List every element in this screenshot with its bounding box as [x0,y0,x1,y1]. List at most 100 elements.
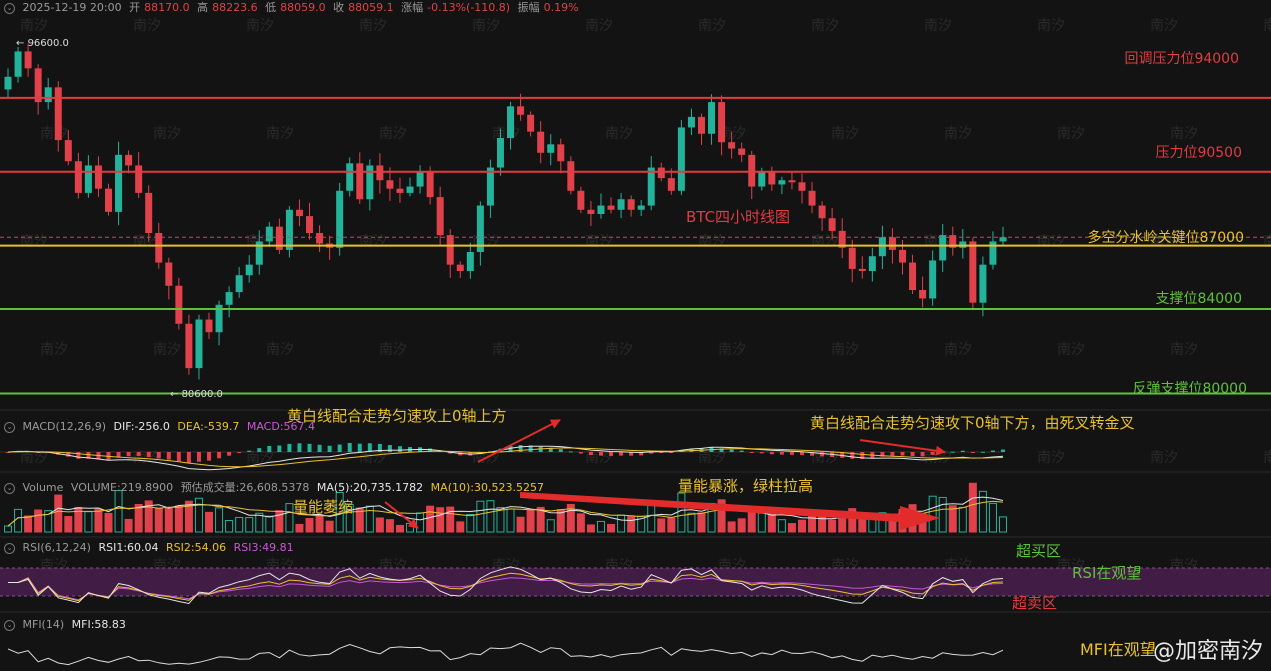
macd-bar [176,452,181,462]
mfi-name: MFI(14) [22,618,65,631]
macd-bar [900,452,905,456]
macd-bar [277,445,282,452]
candle-body [84,165,92,193]
watermark-glyph: 南汐 [153,342,181,358]
watermark-glyph: 南汐 [585,234,613,250]
candle-body [868,256,876,271]
macd-bar [196,452,201,462]
macd-bar [347,442,352,452]
volume-bar [727,521,736,533]
macd-bar [749,452,754,453]
mfi-line [7,642,1004,666]
watermark-glyph: 南汐 [944,342,972,358]
rsi-header: ⌄ RSI(6,12,24) RSI1:60.04 RSI2:54.06 RSI… [4,541,298,555]
macd-bar [217,452,222,459]
candle-body [828,218,836,231]
volume-bar [787,523,796,533]
rsi3-value: RSI3:49.81 [233,541,294,554]
macd-bar [146,452,151,458]
macd-arrow-1 [477,419,561,463]
volume-bar [999,516,1007,533]
macd-name: MACD(12,26,9) [22,420,107,433]
volume-bar [667,517,676,533]
macd-dea: DEA:-539.7 [177,420,240,433]
volume-bar [295,523,304,533]
watermark-glyph: 南汐 [1037,450,1065,466]
mfi-panel [7,642,1004,666]
macd-bar [588,452,593,456]
volume-bar [737,518,746,533]
volume-bar [476,500,485,533]
watermark-glyph: 南汐 [1057,342,1085,358]
candle-body [798,182,806,191]
watermark-glyph: 南汐 [379,342,407,358]
chart-title: BTC四小时线图 [686,208,791,226]
close-value: 88059.1 [348,1,394,14]
macd-arrow-2 [859,439,946,456]
volume-bar [436,507,445,533]
candle-body [285,209,293,250]
watermark-glyph: 南汐 [1263,234,1271,250]
volume-bar [687,512,696,533]
watermark-glyph: 南汐 [831,126,859,142]
candle-body [728,142,736,149]
macd-dif: DIF:-256.0 [113,420,170,433]
level-label-94000: 回调压力位94000 [1124,51,1239,67]
volume-bar [627,516,636,533]
amp-value: 0.19% [543,1,579,14]
candle-body [64,140,72,162]
watermark-glyph: 南汐 [924,234,952,250]
mfi-header: ⌄ MFI(14) MFI:58.83 [4,618,130,632]
watermark-glyph: 南汐 [831,342,859,358]
low-label: 低 [265,1,277,14]
volume-bar [968,482,977,533]
candle-body [105,188,113,212]
candle-body [496,138,504,168]
watermark-glyph: 南汐 [20,18,48,34]
collapse-icon[interactable]: ⌄ [4,619,15,631]
candle-body [225,292,233,305]
watermark-glyph: 南汐 [359,234,387,250]
volume-value: VOLUME:219.8900 [70,481,174,494]
collapse-icon[interactable]: ⌄ [4,2,15,14]
high-label: 高 [197,1,209,14]
candle-body [125,154,133,166]
watermark-glyph: 南汐 [472,18,500,34]
macd-bar [759,452,764,454]
macd-bar [619,452,624,456]
volume-bar [516,516,525,533]
volume-header: ⌄ Volume VOLUME:219.8900 预估成交量:26,608.53… [4,481,548,495]
candle-body [456,264,464,271]
watermark-glyph: 南汐 [1150,450,1178,466]
macd-bar [920,452,925,457]
macd-bar [820,452,825,457]
macd-bar [789,452,794,455]
candle-body [667,178,675,191]
volume-bar [506,508,515,533]
volume-bar [858,518,867,533]
watermark-glyph: 南汐 [153,126,181,142]
candle-body [165,262,173,286]
collapse-icon[interactable]: ⌄ [4,542,15,554]
candle-body [959,241,967,248]
collapse-icon[interactable]: ⌄ [4,482,15,494]
watermark-glyph: 南汐 [379,126,407,142]
volume-ma5: MA(5):20,735.1782 [316,481,424,494]
volume-bar [938,496,947,533]
macd-bar [799,452,804,456]
candle-body [677,127,685,191]
candle-body [778,180,786,185]
volume-bar [265,515,274,533]
macd-note-2: 黄白线配合走势匀速攻下0轴下方，由死叉转金叉 [810,414,1135,432]
watermark-glyph: 南汐 [811,18,839,34]
volume-bar [305,518,314,533]
candle-body [687,116,695,128]
low-marker-value: 80600.0 [181,389,223,400]
candle-body [919,290,927,299]
candle-body [738,148,746,155]
candle-body [44,87,52,103]
collapse-icon[interactable]: ⌄ [4,421,15,433]
macd-bar [307,443,312,452]
amp-label: 振幅 [517,1,540,14]
candle-body [567,161,575,191]
